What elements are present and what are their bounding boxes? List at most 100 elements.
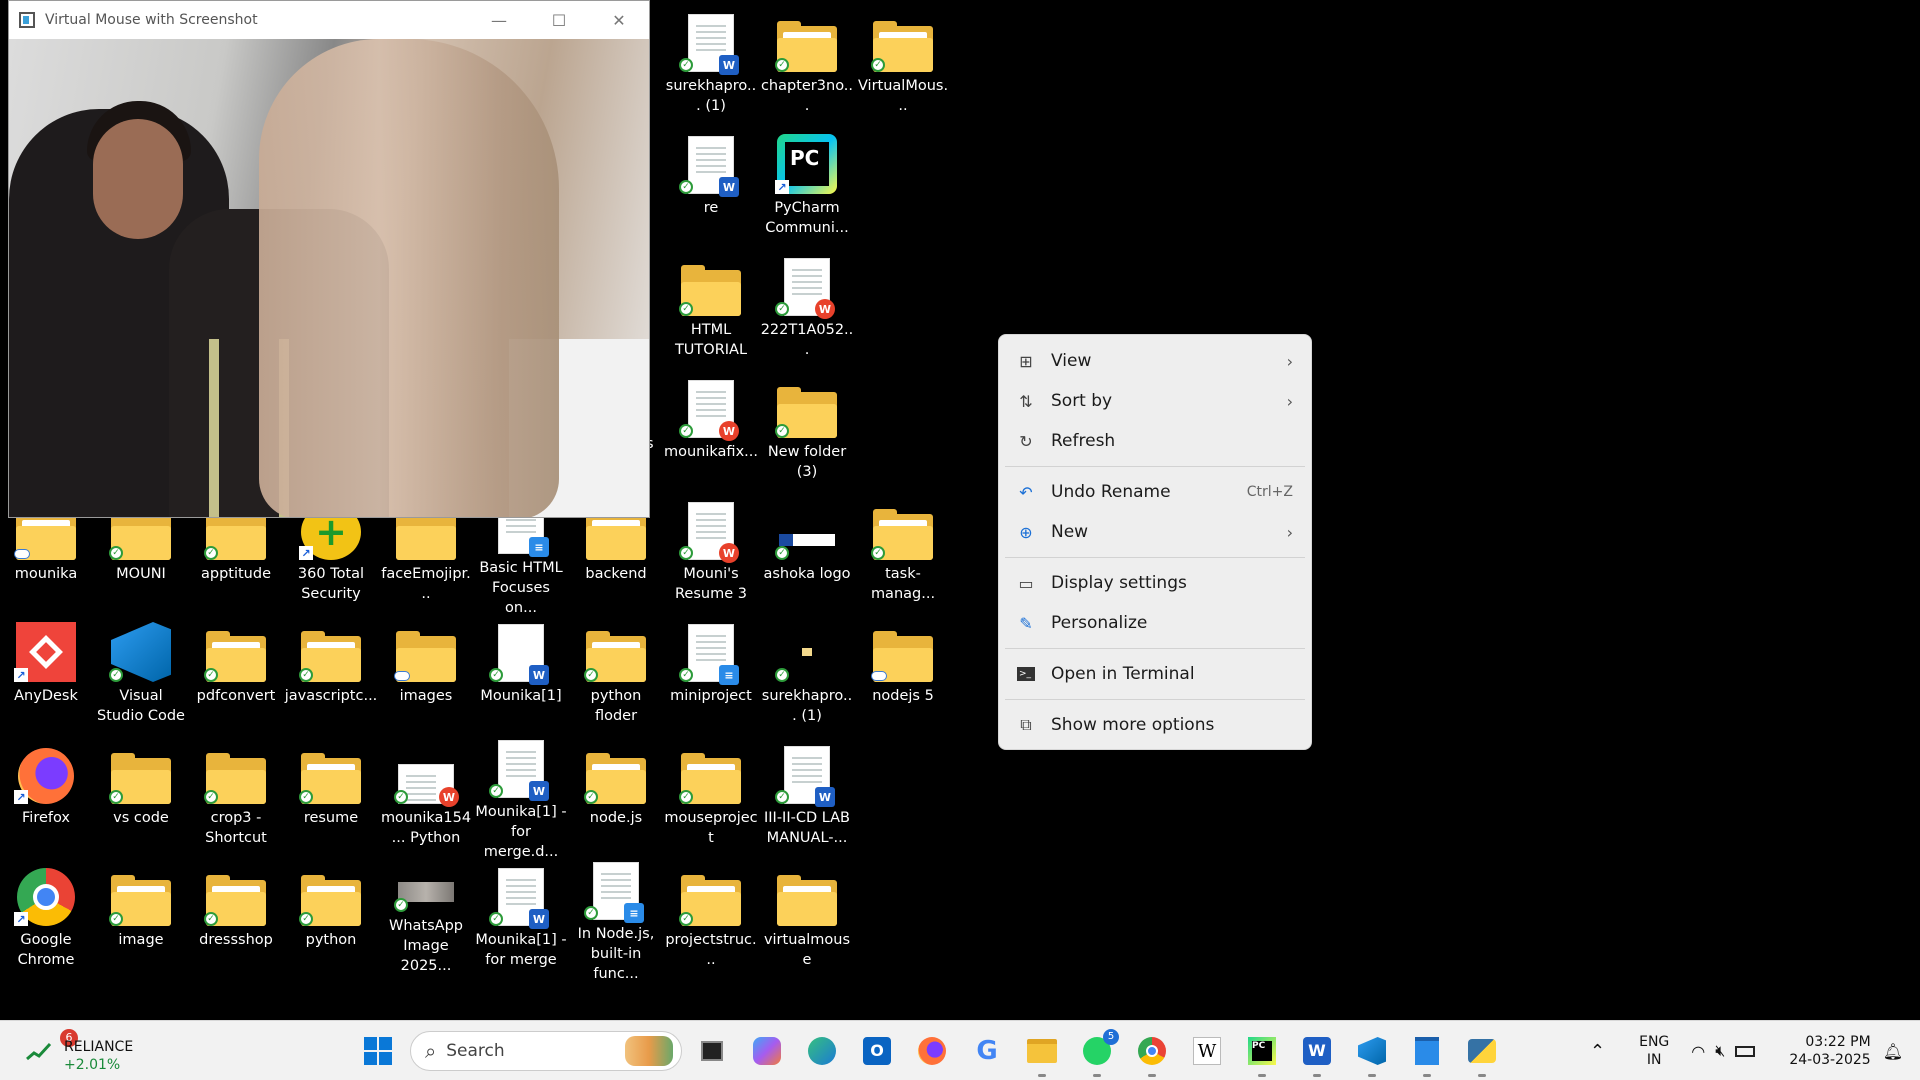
webcam-feed[interactable] <box>9 39 649 517</box>
desktop-icon-vs-code-folder[interactable]: ✓ vs code <box>94 736 188 854</box>
wifi-icon[interactable]: ◠ <box>1691 1042 1705 1061</box>
virtual-mouse-window[interactable]: Virtual Mouse with Screenshot — ☐ ✕ <box>8 0 650 518</box>
desktop-icon-surekhapro-1[interactable]: W ✓ surekhapro... (1) <box>664 4 758 122</box>
notification-bell-icon[interactable]: 🔔︎ <box>1883 1042 1903 1061</box>
chevron-right-icon: › <box>1286 351 1293 371</box>
desktop-icon-mounika1-merge[interactable]: W ✓ Mounika[1] - for merge <box>474 858 568 976</box>
desktop-icon-html-tutorial[interactable]: ✓ HTML TUTORIAL <box>664 248 758 366</box>
desktop-icon-nodejs5[interactable]: nodejs 5 <box>856 614 950 732</box>
desktop-icon-pdfconvert[interactable]: ✓ pdfconvert <box>189 614 283 732</box>
desktop-icon-mounika154-python[interactable]: W ✓ mounika154... Python <box>379 736 473 854</box>
battery-icon[interactable] <box>1735 1045 1756 1057</box>
speaker-muted-icon[interactable]: 🔇︎ <box>1715 1041 1725 1061</box>
notepad-button[interactable] <box>1407 1031 1447 1077</box>
desktop-icon-whatsapp-image[interactable]: ✓ WhatsApp Image 2025... <box>379 858 473 976</box>
task-view-button[interactable] <box>692 1031 732 1071</box>
menu-item-display-settings[interactable]: ▭ Display settings <box>1003 563 1307 603</box>
desktop-icon-mounika1[interactable]: W ✓ Mounika[1] <box>474 614 568 732</box>
desktop-icon-anydesk[interactable]: ↗ AnyDesk <box>0 614 93 732</box>
menu-item-open-in-terminal[interactable]: >_ Open in Terminal <box>1003 654 1307 694</box>
desktop-icon-crop3-shortcut[interactable]: ✓ crop3 - Shortcut <box>189 736 283 854</box>
pycharm-button[interactable]: PC <box>1242 1031 1282 1077</box>
edge-button[interactable] <box>802 1031 842 1071</box>
desktop-icon-mounika1-merge-d[interactable]: W ✓ Mounika[1] - for merge.d... <box>474 736 568 860</box>
taskbar[interactable]: 6 RELIANCE +2.01% ⌕ Search O G 5 W PC W … <box>0 1020 1920 1080</box>
file-explorer-button[interactable] <box>1022 1031 1062 1077</box>
desktop-icon-visual-studio-code[interactable]: ✓ Visual Studio Code <box>94 614 188 732</box>
desktop-icon-miniproject[interactable]: ≡ ✓ miniproject <box>664 614 758 732</box>
desktop-icon-python-floder[interactable]: ✓ python floder <box>569 614 663 732</box>
firefox-button[interactable] <box>912 1031 952 1071</box>
desktop-icon-surekhapro-1-mid[interactable]: ✓ surekhapro... (1) <box>760 614 854 732</box>
close-icon[interactable]: ✕ <box>589 1 649 39</box>
menu-item-undo-rename[interactable]: ↶ Undo Rename Ctrl+Z <box>1003 472 1307 512</box>
desktop-icon-in-nodejs[interactable]: ≡ ✓ In Node.js, built-in func... <box>569 858 663 982</box>
chrome-button[interactable] <box>1132 1031 1172 1077</box>
desktop-icon-python[interactable]: ✓ python <box>284 858 378 976</box>
desktop-icon-virtualmous[interactable]: ✓ VirtualMous... <box>856 4 950 122</box>
desktop-icon-label: vs code <box>113 810 169 826</box>
wikipedia-icon: W <box>1193 1037 1221 1065</box>
desktop-icon-resume[interactable]: ✓ resume <box>284 736 378 854</box>
menu-separator <box>1005 466 1305 467</box>
desktop-icon-mounikafix[interactable]: W ✓ mounikafix... <box>664 370 758 488</box>
google-button[interactable]: G <box>967 1031 1007 1071</box>
word-document-icon: W <box>688 136 739 197</box>
desktop-icon-mounis-resume[interactable]: W ✓ Mouni's Resume 3 <box>664 492 758 610</box>
python-app-button[interactable] <box>1462 1031 1502 1077</box>
desktop-icon-firefox[interactable]: ↗ Firefox <box>0 736 93 854</box>
image-thumbnail-icon <box>779 534 835 546</box>
desktop-icon-virtualmouse[interactable]: virtualmouse <box>760 858 854 976</box>
language-indicator[interactable]: ENG IN <box>1639 1033 1669 1069</box>
desktop-icon-google-chrome[interactable]: ↗ Google Chrome <box>0 858 93 976</box>
chevron-right-icon: › <box>1286 522 1293 542</box>
desktop-icon-ashoka-logo[interactable]: ✓ ashoka logo <box>760 492 854 610</box>
outlook-button[interactable]: O <box>857 1031 897 1071</box>
desktop-icon-javascriptc[interactable]: ✓ javascriptc... <box>284 614 378 732</box>
desktop-icon-images[interactable]: images <box>379 614 473 732</box>
taskbar-search[interactable]: ⌕ Search <box>410 1031 682 1071</box>
whatsapp-button[interactable]: 5 <box>1077 1029 1119 1077</box>
window-titlebar[interactable]: Virtual Mouse with Screenshot — ☐ ✕ <box>9 1 649 39</box>
vscode-button[interactable] <box>1352 1031 1392 1077</box>
desktop-context-menu[interactable]: ⊞ View › ⇅ Sort by › ↻ Refresh ↶ Undo Re… <box>998 334 1312 750</box>
copilot-button[interactable] <box>747 1031 787 1071</box>
desktop-icon-task-manag[interactable]: ✓ task-manag... <box>856 492 950 610</box>
task-view-icon <box>701 1041 723 1061</box>
desktop-icon-label: crop3 - Shortcut <box>205 810 267 846</box>
system-tray[interactable]: ⌃ ENG IN ◠ 🔇︎ 03:22 PM 24-03-2025 🔔︎ <box>1590 1021 1903 1080</box>
desktop-icon-chapter3no[interactable]: ✓ chapter3no... <box>760 4 854 122</box>
folder-icon <box>1027 1039 1057 1063</box>
clock-time: 03:22 PM <box>1805 1034 1871 1050</box>
clock[interactable]: 03:22 PM 24-03-2025 <box>1789 1033 1870 1069</box>
wikipedia-button[interactable]: W <box>1187 1031 1227 1071</box>
desktop-icon-label: mounika154... Python <box>380 810 472 846</box>
maximize-icon[interactable]: ☐ <box>529 1 589 39</box>
desktop-icon-222t1a052[interactable]: W ✓ 222T1A052... <box>760 248 854 366</box>
edge-icon <box>808 1037 836 1065</box>
desktop-icon-mouseproject[interactable]: ✓ mouseproject <box>664 736 758 854</box>
start-button[interactable] <box>358 1031 398 1071</box>
word-document-icon: W <box>498 868 549 929</box>
desktop-icon-projectstruc[interactable]: ✓ projectstruc... <box>664 858 758 976</box>
desktop-icon-nodejs[interactable]: ✓ node.js <box>569 736 663 854</box>
image-thumbnail-icon <box>802 648 812 656</box>
menu-item-sort-by[interactable]: ⇅ Sort by › <box>1003 381 1307 421</box>
desktop-icon-dressshop[interactable]: ✓ dressshop <box>189 858 283 976</box>
desktop-icon-re[interactable]: W ✓ re <box>664 126 758 244</box>
window-app-icon <box>19 12 35 28</box>
minimize-icon[interactable]: — <box>469 1 529 39</box>
desktop-icon-new-folder-3[interactable]: ✓ New folder (3) <box>760 370 854 488</box>
desktop-icon-image[interactable]: ✓ image <box>94 858 188 976</box>
menu-item-view[interactable]: ⊞ View › <box>1003 341 1307 381</box>
chevron-up-icon[interactable]: ⌃ <box>1590 1041 1605 1062</box>
menu-item-personalize[interactable]: ✎ Personalize <box>1003 603 1307 643</box>
desktop-icon-pycharm[interactable]: PC ↗ PyCharm Communi... <box>760 126 854 244</box>
word-button[interactable]: W <box>1297 1031 1337 1077</box>
menu-item-show-more-options[interactable]: ⧉ Show more options <box>1003 705 1307 745</box>
stock-widget[interactable]: 6 RELIANCE +2.01% <box>22 1029 162 1073</box>
menu-item-refresh[interactable]: ↻ Refresh <box>1003 421 1307 461</box>
desktop-icon-cd-lab-manual[interactable]: W ✓ III-II-CD LAB MANUAL-... <box>760 736 854 854</box>
menu-item-new[interactable]: ⊕ New › <box>1003 512 1307 552</box>
desktop-icon-label: chapter3no... <box>760 78 854 114</box>
